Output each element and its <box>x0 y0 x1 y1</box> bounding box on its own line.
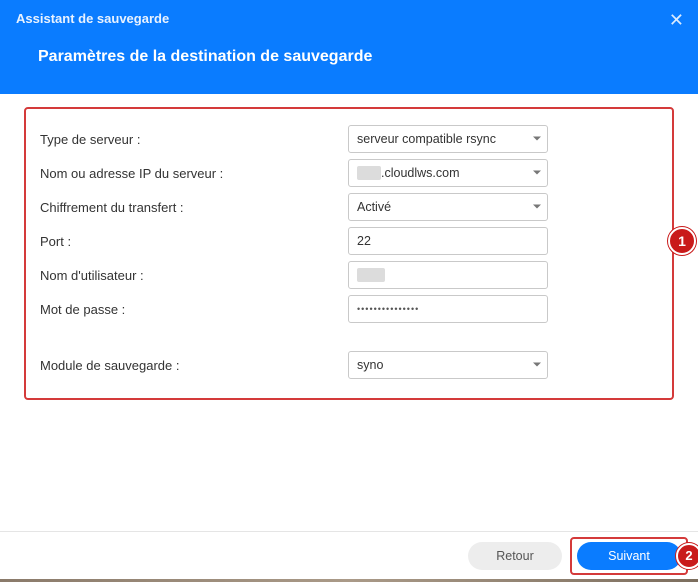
row-server-type: Type de serveur : serveur compatible rsy… <box>40 122 658 156</box>
server-type-select[interactable]: serveur compatible rsync <box>348 125 548 153</box>
chevron-down-icon <box>533 137 541 142</box>
row-encryption: Chiffrement du transfert : Activé <box>40 190 658 224</box>
port-input[interactable]: 22 <box>348 227 548 255</box>
annotation-badge-2: 2 <box>676 543 698 569</box>
wizard-title: Assistant de sauvegarde <box>0 0 698 26</box>
next-button-highlight: Suivant 2 <box>570 537 688 575</box>
row-module: Module de sauvegarde : syno <box>40 348 658 382</box>
password-value: ••••••••••••••• <box>357 304 419 314</box>
module-value: syno <box>357 358 383 372</box>
next-button[interactable]: Suivant <box>577 542 681 570</box>
wizard-footer: Retour Suivant 2 <box>0 531 698 579</box>
chevron-down-icon <box>533 363 541 368</box>
server-type-value: serveur compatible rsync <box>357 132 496 146</box>
label-password: Mot de passe : <box>40 302 348 317</box>
redacted-prefix <box>357 166 381 180</box>
wizard-content: Type de serveur : serveur compatible rsy… <box>0 94 698 400</box>
close-icon: ✕ <box>669 10 684 30</box>
destination-settings-form: Type de serveur : serveur compatible rsy… <box>24 107 674 400</box>
encryption-value: Activé <box>357 200 391 214</box>
back-button[interactable]: Retour <box>468 542 562 570</box>
label-server-name: Nom ou adresse IP du serveur : <box>40 166 348 181</box>
label-username: Nom d'utilisateur : <box>40 268 348 283</box>
annotation-badge-1: 1 <box>668 227 696 255</box>
port-value: 22 <box>357 234 371 248</box>
label-module: Module de sauvegarde : <box>40 358 348 373</box>
label-encryption: Chiffrement du transfert : <box>40 200 348 215</box>
close-button[interactable]: ✕ <box>669 10 684 31</box>
redacted-username <box>357 268 385 282</box>
encryption-select[interactable]: Activé <box>348 193 548 221</box>
row-server-name: Nom ou adresse IP du serveur : .cloudlws… <box>40 156 658 190</box>
row-username: Nom d'utilisateur : <box>40 258 658 292</box>
backup-module-select[interactable]: syno <box>348 351 548 379</box>
username-input[interactable] <box>348 261 548 289</box>
server-name-suffix: .cloudlws.com <box>381 166 460 180</box>
wizard-step-title: Paramètres de la destination de sauvegar… <box>0 26 698 66</box>
row-port: Port : 22 1 <box>40 224 658 258</box>
label-server-type: Type de serveur : <box>40 132 348 147</box>
wizard-header: Assistant de sauvegarde Paramètres de la… <box>0 0 698 94</box>
chevron-down-icon <box>533 205 541 210</box>
chevron-down-icon <box>533 171 541 176</box>
row-password: Mot de passe : ••••••••••••••• <box>40 292 658 326</box>
label-port: Port : <box>40 234 348 249</box>
server-name-combobox[interactable]: .cloudlws.com <box>348 159 548 187</box>
password-input[interactable]: ••••••••••••••• <box>348 295 548 323</box>
